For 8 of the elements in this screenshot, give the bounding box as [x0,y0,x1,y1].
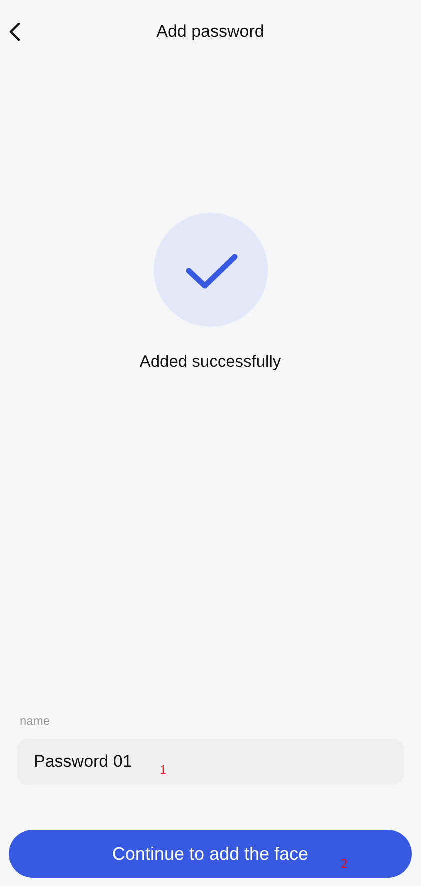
success-message: Added successfully [140,353,282,372]
back-button[interactable] [9,22,23,42]
screen-title: Add password [156,22,264,42]
annotation-number: 1 [160,763,166,776]
checkmark-icon [154,213,268,327]
back-icon [9,23,21,41]
field-label: name [20,714,52,728]
annotation-number: 2 [341,857,348,870]
